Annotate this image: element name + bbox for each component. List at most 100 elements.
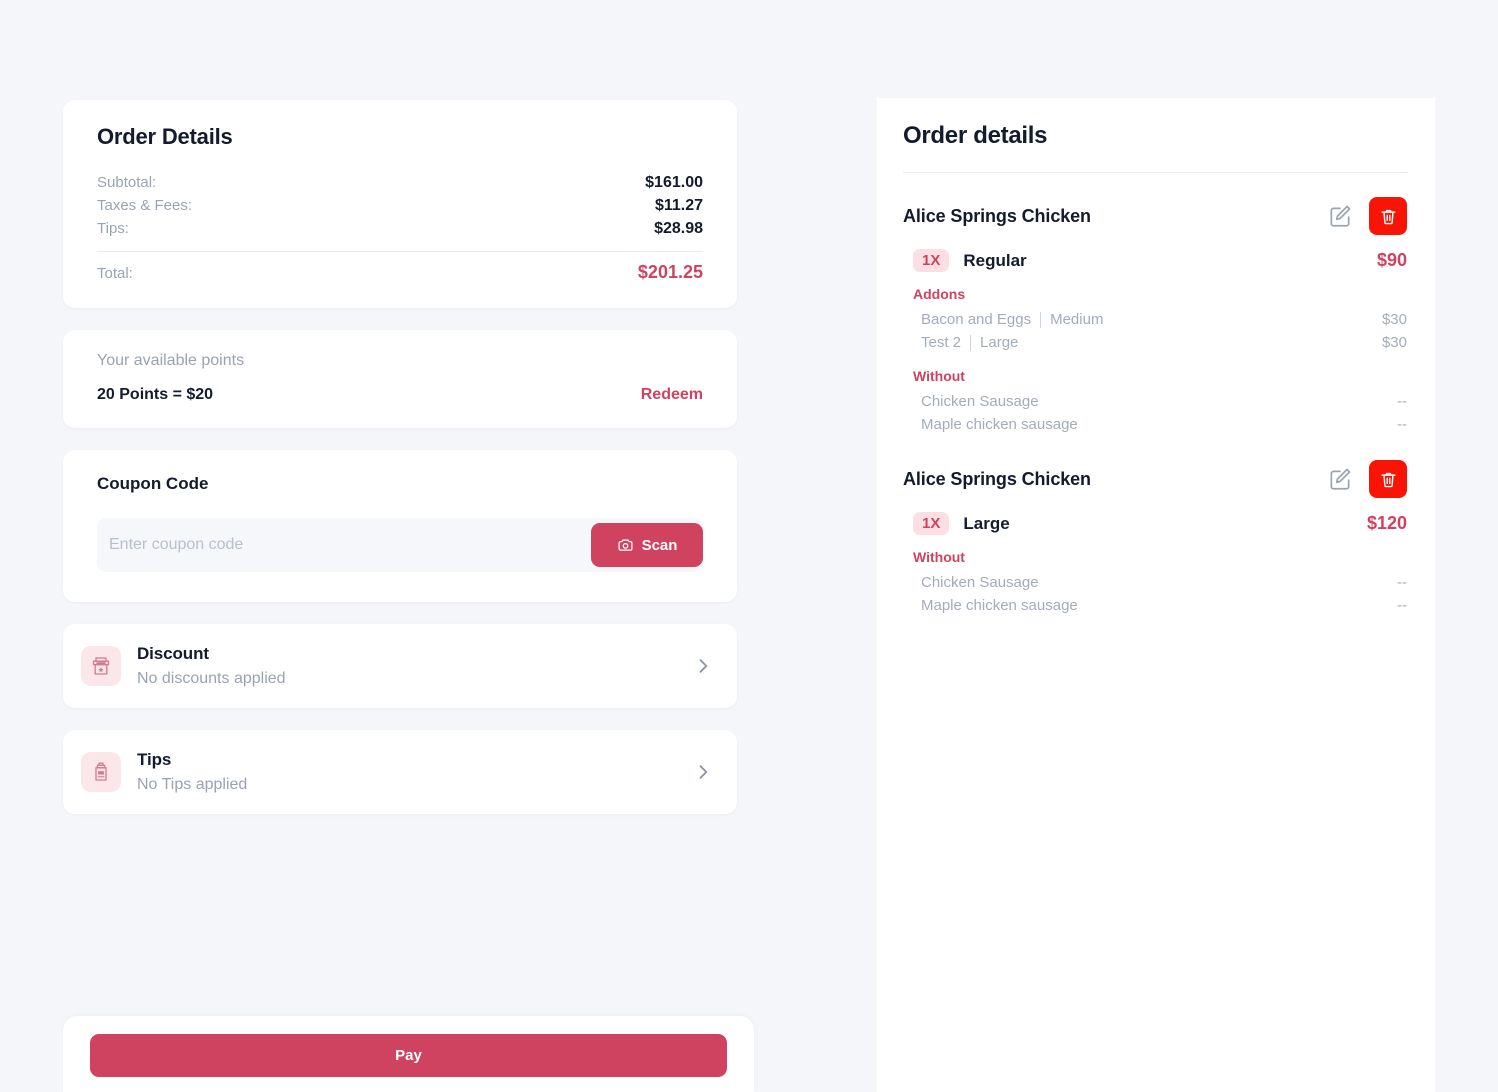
addon-size: Large <box>980 334 1018 351</box>
discount-text: Discount No discounts applied <box>137 644 677 688</box>
without-price: -- <box>1397 574 1407 591</box>
cart-item-actions <box>1325 197 1407 235</box>
order-summary-card: Order Details Subtotal: $161.00 Taxes & … <box>63 100 737 308</box>
without-name: Maple chicken sausage <box>921 416 1078 433</box>
edit-pencil-icon <box>1327 466 1353 492</box>
tips-subtitle: No Tips applied <box>137 776 677 794</box>
chevron-right-icon <box>693 762 713 782</box>
without-row: Maple chicken sausage -- <box>903 413 1407 436</box>
summary-row-tips: Tips: $28.98 <box>97 218 703 241</box>
cart-item-variant-left: 1X Large <box>913 512 1010 535</box>
tips-row[interactable]: Tips No Tips applied <box>63 730 737 814</box>
without-left: Maple chicken sausage <box>921 416 1078 433</box>
addon-name: Bacon and Eggs <box>921 311 1031 328</box>
variant-price: $90 <box>1377 250 1407 271</box>
cart-item-actions <box>1325 460 1407 498</box>
summary-total-value: $201.25 <box>638 262 703 283</box>
edit-pencil-icon <box>1327 203 1353 229</box>
scan-button[interactable]: Scan <box>591 523 703 567</box>
cart-item: Alice Springs Chicken <box>903 197 1407 436</box>
points-caption: Your available points <box>97 352 703 370</box>
variant-price: $120 <box>1367 513 1407 534</box>
cart-title: Order details <box>903 122 1407 150</box>
addon-separator <box>1040 312 1041 328</box>
addon-left: Bacon and Eggs Medium <box>921 311 1103 328</box>
discount-title: Discount <box>137 644 677 664</box>
without-price: -- <box>1397 597 1407 614</box>
without-label: Without <box>913 368 1407 384</box>
delete-item-button[interactable] <box>1369 197 1407 235</box>
cart-item-variant-row: 1X Large $120 <box>903 512 1407 535</box>
pay-bar: Pay <box>63 1016 754 1092</box>
cart-item-name: Alice Springs Chicken <box>903 469 1091 490</box>
cart-title-divider <box>903 172 1407 173</box>
variant-name: Regular <box>963 251 1026 271</box>
tips-title: Tips <box>137 750 677 770</box>
summary-label: Taxes & Fees: <box>97 197 192 214</box>
cart-item-header: Alice Springs Chicken <box>903 197 1407 235</box>
edit-item-button[interactable] <box>1325 464 1355 494</box>
without-row: Chicken Sausage -- <box>903 571 1407 594</box>
order-summary-title: Order Details <box>97 124 703 150</box>
delete-item-button[interactable] <box>1369 460 1407 498</box>
addon-size: Medium <box>1050 311 1103 328</box>
without-row: Maple chicken sausage -- <box>903 594 1407 617</box>
quantity-badge: 1X <box>913 512 949 535</box>
redeem-button[interactable]: Redeem <box>641 386 703 404</box>
available-points-card: Your available points 20 Points = $20 Re… <box>63 330 737 428</box>
points-value: 20 Points = $20 <box>97 386 213 404</box>
points-row: 20 Points = $20 Redeem <box>97 386 703 404</box>
summary-row-subtotal: Subtotal: $161.00 <box>97 172 703 195</box>
summary-total-label: Total: <box>97 265 133 282</box>
addon-left: Test 2 Large <box>921 334 1018 351</box>
discount-coupon-icon <box>89 654 113 678</box>
cart-item-name: Alice Springs Chicken <box>903 206 1091 227</box>
cart-item-header: Alice Springs Chicken <box>903 460 1407 498</box>
quantity-badge: 1X <box>913 249 949 272</box>
without-left: Chicken Sausage <box>921 574 1039 591</box>
coupon-code-card: Coupon Code Scan <box>63 450 737 602</box>
pay-button[interactable]: Pay <box>90 1034 727 1077</box>
without-name: Chicken Sausage <box>921 393 1039 410</box>
variant-name: Large <box>963 514 1009 534</box>
checkout-screen: Order Details Subtotal: $161.00 Taxes & … <box>0 0 1498 1092</box>
discount-row[interactable]: Discount No discounts applied <box>63 624 737 708</box>
addon-price: $30 <box>1382 334 1407 351</box>
without-label: Without <box>913 549 1407 565</box>
cart-item: Alice Springs Chicken <box>903 460 1407 617</box>
summary-value: $28.98 <box>654 220 703 238</box>
tips-jar-icon <box>89 760 113 784</box>
chevron-right-icon <box>693 656 713 676</box>
summary-label: Subtotal: <box>97 174 156 191</box>
addon-row: Test 2 Large $30 <box>903 331 1407 354</box>
without-left: Maple chicken sausage <box>921 597 1078 614</box>
without-name: Maple chicken sausage <box>921 597 1078 614</box>
summary-row-total: Total: $201.25 <box>97 260 703 286</box>
summary-label: Tips: <box>97 220 129 237</box>
without-left: Chicken Sausage <box>921 393 1039 410</box>
summary-value: $161.00 <box>645 174 703 192</box>
cart-item-variant-left: 1X Regular <box>913 249 1027 272</box>
summary-divider <box>97 251 703 252</box>
addon-row: Bacon and Eggs Medium $30 <box>903 308 1407 331</box>
scan-button-label: Scan <box>642 537 678 554</box>
coupon-code-title: Coupon Code <box>97 474 703 494</box>
without-price: -- <box>1397 416 1407 433</box>
coupon-field: Scan <box>97 518 703 572</box>
without-price: -- <box>1397 393 1407 410</box>
addon-separator <box>970 335 971 351</box>
discount-subtitle: No discounts applied <box>137 670 677 688</box>
left-column: Order Details Subtotal: $161.00 Taxes & … <box>63 100 737 814</box>
cart-item-variant-row: 1X Regular $90 <box>903 249 1407 272</box>
cart-panel: Order details Alice Springs Chicken <box>877 98 1435 1092</box>
discount-icon-wrap <box>81 646 121 686</box>
without-name: Chicken Sausage <box>921 574 1039 591</box>
edit-item-button[interactable] <box>1325 201 1355 231</box>
camera-icon <box>617 537 634 554</box>
addon-price: $30 <box>1382 311 1407 328</box>
trash-icon <box>1379 470 1398 489</box>
tips-text: Tips No Tips applied <box>137 750 677 794</box>
summary-row-taxes: Taxes & Fees: $11.27 <box>97 195 703 218</box>
without-row: Chicken Sausage -- <box>903 390 1407 413</box>
summary-value: $11.27 <box>655 197 703 215</box>
